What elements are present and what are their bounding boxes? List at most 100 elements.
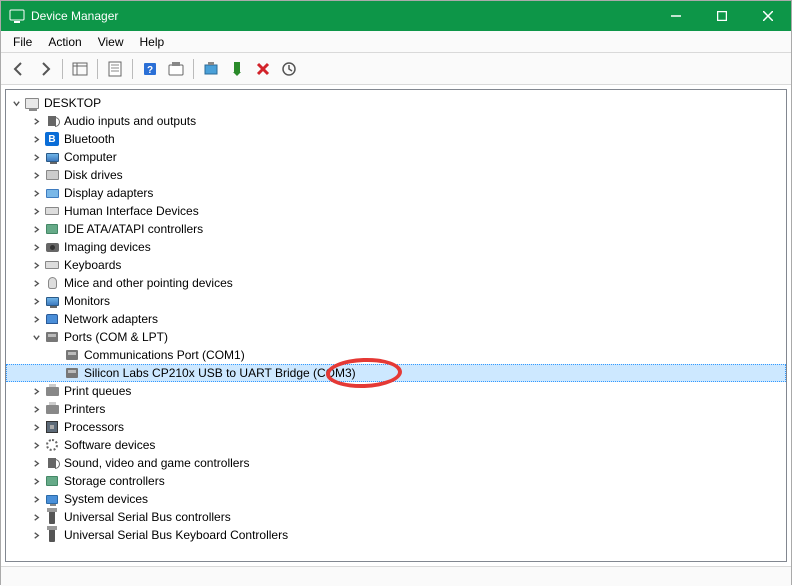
tree-node[interactable]: Sound, video and game controllers [6, 454, 786, 472]
software-icon [44, 437, 60, 453]
expand-icon[interactable] [28, 275, 44, 291]
expand-icon[interactable] [28, 437, 44, 453]
menu-help[interactable]: Help [132, 32, 173, 52]
expand-icon[interactable] [28, 473, 44, 489]
expand-icon[interactable] [28, 419, 44, 435]
tree-node[interactable]: Software devices [6, 436, 786, 454]
device-tree-panel[interactable]: DESKTOP Audio inputs and outputs BBluetoot… [5, 89, 787, 562]
expand-icon[interactable] [28, 149, 44, 165]
expand-icon[interactable] [28, 401, 44, 417]
audio-icon [44, 113, 60, 129]
expand-icon[interactable] [28, 383, 44, 399]
expand-icon [48, 365, 64, 381]
expand-icon[interactable] [28, 113, 44, 129]
show-hide-tree-button[interactable] [68, 57, 92, 81]
cpu-icon [44, 419, 60, 435]
expand-icon[interactable] [28, 185, 44, 201]
tree-node[interactable]: Ports (COM & LPT) [6, 328, 786, 346]
tree-node[interactable]: System devices [6, 490, 786, 508]
expand-icon[interactable] [28, 239, 44, 255]
expand-icon[interactable] [28, 311, 44, 327]
printer-icon [44, 383, 60, 399]
network-icon [44, 311, 60, 327]
tree-node-label: Mice and other pointing devices [64, 276, 233, 290]
title-bar: Device Manager [1, 1, 791, 31]
menu-action[interactable]: Action [40, 32, 89, 52]
window-controls [653, 1, 791, 31]
expand-icon[interactable] [28, 455, 44, 471]
tree-node[interactable]: Imaging devices [6, 238, 786, 256]
computer-icon [24, 95, 40, 111]
minimize-button[interactable] [653, 1, 699, 31]
toolbar-separator [97, 59, 98, 79]
close-button[interactable] [745, 1, 791, 31]
expand-icon[interactable] [28, 257, 44, 273]
tree-node[interactable]: Mice and other pointing devices [6, 274, 786, 292]
tree-node[interactable]: Audio inputs and outputs [6, 112, 786, 130]
enable-device-button[interactable] [225, 57, 249, 81]
tree-node-label: Software devices [64, 438, 155, 452]
tree-node[interactable]: Disk drives [6, 166, 786, 184]
tree-node[interactable]: Universal Serial Bus Keyboard Controller… [6, 526, 786, 544]
tree-node-label: Keyboards [64, 258, 121, 272]
toolbar: ? [1, 53, 791, 85]
expand-icon[interactable] [28, 293, 44, 309]
update-driver-button[interactable] [199, 57, 223, 81]
scan-hardware-button[interactable] [164, 57, 188, 81]
mouse-icon [44, 275, 60, 291]
tree-node-label: Ports (COM & LPT) [64, 330, 168, 344]
tree-node-label: Disk drives [64, 168, 123, 182]
expand-icon[interactable] [28, 491, 44, 507]
tree-node[interactable]: Processors [6, 418, 786, 436]
tree-node[interactable]: DESKTOP [6, 94, 786, 112]
tree-node[interactable]: Universal Serial Bus controllers [6, 508, 786, 526]
status-bar [1, 566, 791, 586]
tree-node-label: Computer [64, 150, 117, 164]
help-button[interactable]: ? [138, 57, 162, 81]
tree-node[interactable]: Computer [6, 148, 786, 166]
back-button[interactable] [7, 57, 31, 81]
expand-icon[interactable] [28, 131, 44, 147]
tree-node[interactable]: Network adapters [6, 310, 786, 328]
tree-node-label: Audio inputs and outputs [64, 114, 196, 128]
tree-node[interactable]: Display adapters [6, 184, 786, 202]
tree-node[interactable]: Storage controllers [6, 472, 786, 490]
tree-node-label: Human Interface Devices [64, 204, 199, 218]
tree-node-label: Imaging devices [64, 240, 151, 254]
tree-node[interactable]: IDE ATA/ATAPI controllers [6, 220, 786, 238]
tree-node[interactable]: Print queues [6, 382, 786, 400]
expand-icon[interactable] [28, 167, 44, 183]
window-title: Device Manager [31, 9, 653, 23]
collapse-icon[interactable] [8, 95, 24, 111]
tree-node-label: Storage controllers [64, 474, 165, 488]
maximize-button[interactable] [699, 1, 745, 31]
tree-node[interactable]: Keyboards [6, 256, 786, 274]
tree-node[interactable]: Communications Port (COM1) [6, 346, 786, 364]
tree-node[interactable]: Silicon Labs CP210x USB to UART Bridge (… [6, 364, 786, 382]
tree-node-label: Communications Port (COM1) [84, 348, 245, 362]
uninstall-device-button[interactable] [251, 57, 275, 81]
storage-icon [44, 473, 60, 489]
expand-icon[interactable] [28, 509, 44, 525]
scan-for-changes-button[interactable] [277, 57, 301, 81]
tree-node-label: Universal Serial Bus controllers [64, 510, 231, 524]
display-icon [44, 185, 60, 201]
tree-node[interactable]: Human Interface Devices [6, 202, 786, 220]
forward-button[interactable] [33, 57, 57, 81]
menu-view[interactable]: View [90, 32, 132, 52]
expand-icon[interactable] [28, 221, 44, 237]
tree-node[interactable]: BBluetooth [6, 130, 786, 148]
usb-icon [44, 509, 60, 525]
expand-icon[interactable] [28, 527, 44, 543]
menu-file[interactable]: File [5, 32, 40, 52]
tree-node[interactable]: Printers [6, 400, 786, 418]
tree-node[interactable]: Monitors [6, 292, 786, 310]
expand-icon[interactable] [28, 203, 44, 219]
expand-icon [48, 347, 64, 363]
tree-node-label: Silicon Labs CP210x USB to UART Bridge (… [84, 366, 356, 380]
collapse-icon[interactable] [28, 329, 44, 345]
device-tree[interactable]: DESKTOP Audio inputs and outputs BBluetoot… [6, 94, 786, 544]
tree-node-label: Sound, video and game controllers [64, 456, 249, 470]
properties-button[interactable] [103, 57, 127, 81]
toolbar-separator [193, 59, 194, 79]
